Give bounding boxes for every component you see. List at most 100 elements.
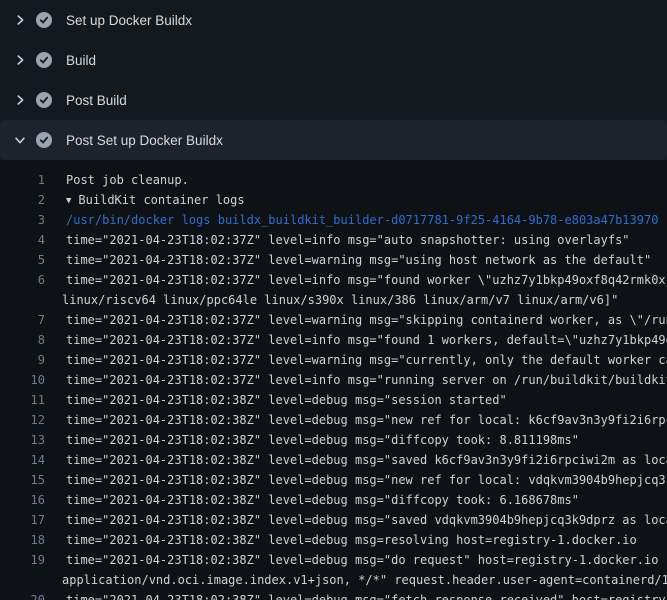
log-line: 1 Post job cleanup.: [0, 170, 667, 190]
log-text: ▼ BuildKit container logs: [45, 190, 667, 210]
log-line: 13 time="2021-04-23T18:02:38Z" level=deb…: [0, 430, 667, 450]
line-number-link[interactable]: 13: [0, 430, 45, 450]
log-line: 12 time="2021-04-23T18:02:38Z" level=deb…: [0, 410, 667, 430]
step-label: Set up Docker Buildx: [66, 13, 192, 28]
line-number-link[interactable]: 20: [0, 590, 45, 600]
log-text: application/vnd.oci.image.index.v1+json,…: [45, 570, 667, 590]
log-text: time="2021-04-23T18:02:38Z" level=debug …: [45, 430, 667, 450]
line-number-link[interactable]: 2: [0, 190, 45, 210]
log-text-content: /usr/bin/docker logs buildx_buildkit_bui…: [66, 213, 658, 227]
log-text-content: time="2021-04-23T18:02:38Z" level=debug …: [66, 533, 637, 547]
line-number-link[interactable]: 16: [0, 490, 45, 510]
log-text-content: time="2021-04-23T18:02:38Z" level=debug …: [66, 473, 667, 487]
log-text: /usr/bin/docker logs buildx_buildkit_bui…: [45, 210, 667, 230]
log-text: Post job cleanup.: [45, 170, 667, 190]
log-area: 1 Post job cleanup. 2 ▼ BuildKit containe…: [0, 160, 667, 600]
log-text-content: Post job cleanup.: [66, 173, 189, 187]
log-text: time="2021-04-23T18:02:38Z" level=debug …: [45, 550, 667, 570]
step-row-post-set-up-docker-buildx[interactable]: Post Set up Docker Buildx: [0, 120, 667, 160]
chevron-right-icon: [13, 93, 27, 107]
log-text-content: time="2021-04-23T18:02:38Z" level=debug …: [66, 433, 579, 447]
log-text-content: time="2021-04-23T18:02:37Z" level=info m…: [66, 273, 667, 287]
log-text: time="2021-04-23T18:02:38Z" level=debug …: [45, 470, 667, 490]
log-text-content: time="2021-04-23T18:02:38Z" level=debug …: [66, 393, 507, 407]
step-row-set-up-docker-buildx[interactable]: Set up Docker Buildx: [0, 0, 667, 40]
line-number-link[interactable]: 1: [0, 170, 45, 190]
log-text-content: BuildKit container logs: [78, 193, 244, 207]
chevron-down-icon: [13, 133, 27, 147]
chevron-right-icon: [13, 53, 27, 67]
log-line: application/vnd.oci.image.index.v1+json,…: [0, 570, 667, 590]
line-number-link[interactable]: 18: [0, 530, 45, 550]
log-line: 6 time="2021-04-23T18:02:37Z" level=info…: [0, 270, 667, 290]
actions-log-viewer: Set up Docker Buildx Build: [0, 0, 667, 600]
log-text: time="2021-04-23T18:02:37Z" level=info m…: [45, 370, 667, 390]
log-text-content: time="2021-04-23T18:02:37Z" level=info m…: [66, 333, 667, 347]
line-number-link[interactable]: 11: [0, 390, 45, 410]
log-line: 11 time="2021-04-23T18:02:38Z" level=deb…: [0, 390, 667, 410]
log-line: 3 /usr/bin/docker logs buildx_buildkit_b…: [0, 210, 667, 230]
log-text-content: time="2021-04-23T18:02:38Z" level=debug …: [66, 493, 579, 507]
step-label: Post Build: [66, 93, 127, 108]
check-circle-icon: [36, 52, 52, 68]
line-number-link[interactable]: 10: [0, 370, 45, 390]
log-text: time="2021-04-23T18:02:37Z" level=info m…: [45, 330, 667, 350]
line-number-link[interactable]: 3: [0, 210, 45, 230]
log-text-content: time="2021-04-23T18:02:38Z" level=debug …: [66, 513, 667, 527]
step-label: Post Set up Docker Buildx: [66, 133, 223, 148]
line-number-link[interactable]: 6: [0, 270, 45, 290]
log-text-content: time="2021-04-23T18:02:38Z" level=debug …: [66, 593, 667, 600]
line-number-link[interactable]: 19: [0, 550, 45, 570]
line-number-link[interactable]: 17: [0, 510, 45, 530]
log-text: time="2021-04-23T18:02:37Z" level=warnin…: [45, 350, 667, 370]
log-text: time="2021-04-23T18:02:37Z" level=info m…: [45, 270, 667, 290]
check-circle-icon: [36, 12, 52, 28]
step-row-build[interactable]: Build: [0, 40, 667, 80]
log-text: linux/riscv64 linux/ppc64le linux/s390x …: [45, 290, 667, 310]
line-number-link[interactable]: 7: [0, 310, 45, 330]
log-text: time="2021-04-23T18:02:38Z" level=debug …: [45, 490, 667, 510]
log-line: 9 time="2021-04-23T18:02:37Z" level=warn…: [0, 350, 667, 370]
step-row-post-build[interactable]: Post Build: [0, 80, 667, 120]
log-text-content: linux/riscv64 linux/ppc64le linux/s390x …: [62, 293, 618, 307]
log-text-content: time="2021-04-23T18:02:38Z" level=debug …: [66, 413, 667, 427]
line-number-link[interactable]: 4: [0, 230, 45, 250]
step-label: Build: [66, 53, 96, 68]
log-line: 10 time="2021-04-23T18:02:37Z" level=inf…: [0, 370, 667, 390]
steps-list: Set up Docker Buildx Build: [0, 0, 667, 160]
log-line: 2 ▼ BuildKit container logs: [0, 190, 667, 210]
log-text-content: time="2021-04-23T18:02:37Z" level=warnin…: [66, 313, 667, 327]
log-line: 15 time="2021-04-23T18:02:38Z" level=deb…: [0, 470, 667, 490]
line-number-link[interactable]: 15: [0, 470, 45, 490]
log-text: time="2021-04-23T18:02:37Z" level=warnin…: [45, 250, 667, 270]
log-text: time="2021-04-23T18:02:38Z" level=debug …: [45, 510, 667, 530]
log-text-content: time="2021-04-23T18:02:38Z" level=debug …: [66, 553, 667, 567]
log-line: 5 time="2021-04-23T18:02:37Z" level=warn…: [0, 250, 667, 270]
group-toggle-icon[interactable]: ▼: [66, 191, 71, 210]
log-text: time="2021-04-23T18:02:38Z" level=debug …: [45, 450, 667, 470]
log-text: time="2021-04-23T18:02:38Z" level=debug …: [45, 390, 667, 410]
log-line: 7 time="2021-04-23T18:02:37Z" level=warn…: [0, 310, 667, 330]
line-number-link[interactable]: 9: [0, 350, 45, 370]
check-circle-icon: [36, 92, 52, 108]
log-line: 20 time="2021-04-23T18:02:38Z" level=deb…: [0, 590, 667, 600]
log-line: 8 time="2021-04-23T18:02:37Z" level=info…: [0, 330, 667, 350]
log-text-content: time="2021-04-23T18:02:38Z" level=debug …: [66, 453, 667, 467]
log-line: 17 time="2021-04-23T18:02:38Z" level=deb…: [0, 510, 667, 530]
line-number-link[interactable]: 12: [0, 410, 45, 430]
log-line: linux/riscv64 linux/ppc64le linux/s390x …: [0, 290, 667, 310]
line-number-link[interactable]: 14: [0, 450, 45, 470]
line-number-link[interactable]: 5: [0, 250, 45, 270]
log-line: 16 time="2021-04-23T18:02:38Z" level=deb…: [0, 490, 667, 510]
chevron-right-icon: [13, 13, 27, 27]
log-text: time="2021-04-23T18:02:38Z" level=debug …: [45, 530, 667, 550]
log-line: 14 time="2021-04-23T18:02:38Z" level=deb…: [0, 450, 667, 470]
line-number-link[interactable]: [0, 570, 45, 590]
line-number-link[interactable]: 8: [0, 330, 45, 350]
log-text-content: time="2021-04-23T18:02:37Z" level=info m…: [66, 233, 630, 247]
log-text: time="2021-04-23T18:02:38Z" level=debug …: [45, 590, 667, 600]
log-text-content: time="2021-04-23T18:02:37Z" level=warnin…: [66, 253, 651, 267]
line-number-link[interactable]: [0, 290, 45, 310]
log-text: time="2021-04-23T18:02:37Z" level=warnin…: [45, 310, 667, 330]
log-text-content: time="2021-04-23T18:02:37Z" level=info m…: [66, 373, 667, 387]
